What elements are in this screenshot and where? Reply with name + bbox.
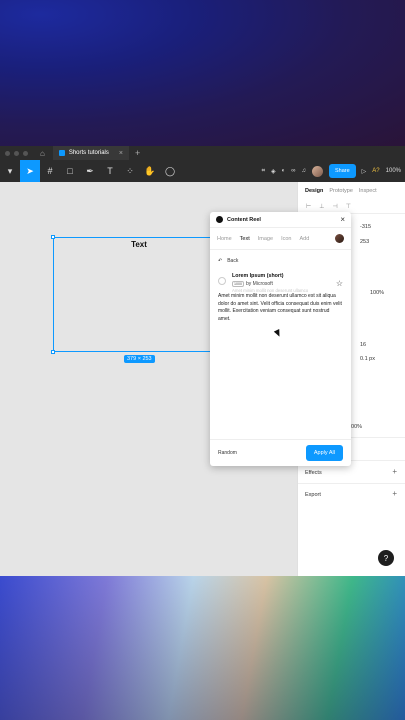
plugin-nav: Home Text Image Icon Add (210, 228, 351, 250)
list-item[interactable]: Lorem Ipsum (short) 1000 by Microsoft Am… (210, 269, 351, 293)
align-left-icon[interactable]: ⊢ (306, 203, 311, 210)
divider (298, 483, 405, 484)
plugin-logo-icon (216, 216, 223, 223)
home-icon[interactable]: ⌂ (40, 149, 45, 158)
window-controls[interactable] (5, 150, 28, 156)
component-icon[interactable]: ◈ (271, 168, 276, 175)
mask-icon[interactable]: ◐ (282, 168, 286, 174)
font-size-field[interactable]: 16 (360, 342, 366, 348)
new-tab-icon[interactable]: + (135, 148, 140, 158)
add-export-icon[interactable]: + (392, 489, 397, 498)
figma-file-icon (58, 150, 65, 156)
nav-image[interactable]: Image (258, 236, 273, 242)
zoom-dropdown[interactable]: 100% (386, 168, 401, 174)
item-icon (218, 277, 226, 285)
panel-tabs: Design Prototype Inspect (298, 182, 405, 200)
toolbar: ▾ ➤ # □ ✒ T ⁘ ✋ ◯ ⌗ ◈ ◐ ∞ ♫ Share ▷ A? 1… (0, 160, 405, 182)
plugin-title: Content Reel (227, 216, 261, 223)
tab-title: Shorts tutorials (68, 150, 109, 156)
wallpaper-bottom (0, 576, 405, 720)
item-count-chip: 1000 (232, 281, 244, 287)
resources-icon[interactable]: ⁘ (120, 160, 140, 182)
resize-handle-bl[interactable] (51, 350, 55, 354)
ai-button[interactable]: A? (372, 168, 379, 174)
audio-icon[interactable]: ♫ (301, 168, 306, 174)
text-frame[interactable]: Text (51, 235, 223, 354)
tab-bar: ⌂ Shorts tutorials × + (0, 146, 405, 160)
tab-design[interactable]: Design (305, 188, 323, 194)
frame-text-label: Text (131, 240, 147, 249)
link-icon[interactable]: ∞ (291, 168, 295, 174)
figma-app-window: ⌂ Shorts tutorials × + ▾ ➤ # □ ✒ T ⁘ ✋ ◯… (0, 146, 405, 576)
move-tool-icon[interactable]: ➤ (20, 160, 40, 182)
main-menu-icon[interactable]: ▾ (0, 160, 20, 182)
effects-section-label: Effects (305, 470, 322, 476)
comment-tool-icon[interactable]: ◯ (160, 160, 180, 182)
text-tool-icon[interactable]: T (100, 160, 120, 182)
apply-all-button[interactable]: Apply All (305, 445, 343, 461)
resize-handle-tl[interactable] (51, 235, 55, 239)
align-center-icon[interactable]: ⊥ (319, 203, 324, 210)
user-avatar[interactable] (311, 165, 323, 177)
height-field[interactable]: 253 (360, 239, 369, 245)
shape-tool-icon[interactable]: □ (60, 160, 80, 182)
tab-shorts-tutorials[interactable]: Shorts tutorials × (52, 146, 129, 160)
opacity-field[interactable]: 100% (370, 290, 384, 296)
nav-text[interactable]: Text (240, 236, 250, 242)
align-top-icon[interactable]: ⊤ (346, 203, 351, 210)
close-tab-icon[interactable]: × (119, 150, 123, 157)
back-button[interactable]: ↶ Back (210, 253, 351, 269)
tab-prototype[interactable]: Prototype (329, 188, 353, 194)
help-button[interactable]: ? (378, 550, 394, 566)
add-effect-icon[interactable]: + (392, 467, 397, 476)
tab-inspect[interactable]: Inspect (359, 188, 377, 194)
align-right-icon[interactable]: ⊣ (332, 203, 337, 210)
random-dropdown[interactable]: Random (218, 450, 237, 456)
line-height-field[interactable]: 0.1 px (360, 356, 375, 362)
share-button[interactable]: Share (328, 164, 356, 178)
item-preview: Amet minim mollit non deserunt ullamco (232, 288, 309, 293)
star-icon[interactable]: ☆ (336, 279, 343, 288)
present-icon[interactable]: ▷ (362, 168, 367, 175)
close-icon[interactable]: × (340, 215, 345, 224)
nav-add[interactable]: Add (299, 236, 309, 242)
dimension-badge: 379 × 253 (124, 355, 155, 363)
back-label: Back (227, 258, 239, 264)
pen-tool-icon[interactable]: ✒ (80, 160, 100, 182)
export-section-label: Export (305, 492, 321, 498)
generated-text: Amet minim mollit non deserunt ullamco e… (218, 293, 342, 322)
frame-tool-icon[interactable]: # (40, 160, 60, 182)
nav-home[interactable]: Home (217, 236, 232, 242)
y-position-field[interactable]: -315 (360, 224, 371, 230)
item-author: by Microsoft (246, 281, 273, 287)
content-reel-plugin-window: Content Reel × Home Text Image Icon Add … (210, 212, 351, 466)
crop-icon[interactable]: ⌗ (262, 168, 265, 175)
plugin-header: Content Reel × (210, 212, 351, 228)
back-arrow-icon: ↶ (218, 258, 223, 264)
hand-tool-icon[interactable]: ✋ (140, 160, 160, 182)
wallpaper-top (0, 0, 405, 146)
item-name: Lorem Ipsum (short) (232, 273, 284, 279)
plugin-footer: Random Apply All (210, 439, 351, 466)
item-author-row: 1000 by Microsoft (232, 281, 343, 287)
nav-icon[interactable]: Icon (281, 236, 291, 242)
plugin-user-avatar[interactable] (335, 234, 344, 243)
